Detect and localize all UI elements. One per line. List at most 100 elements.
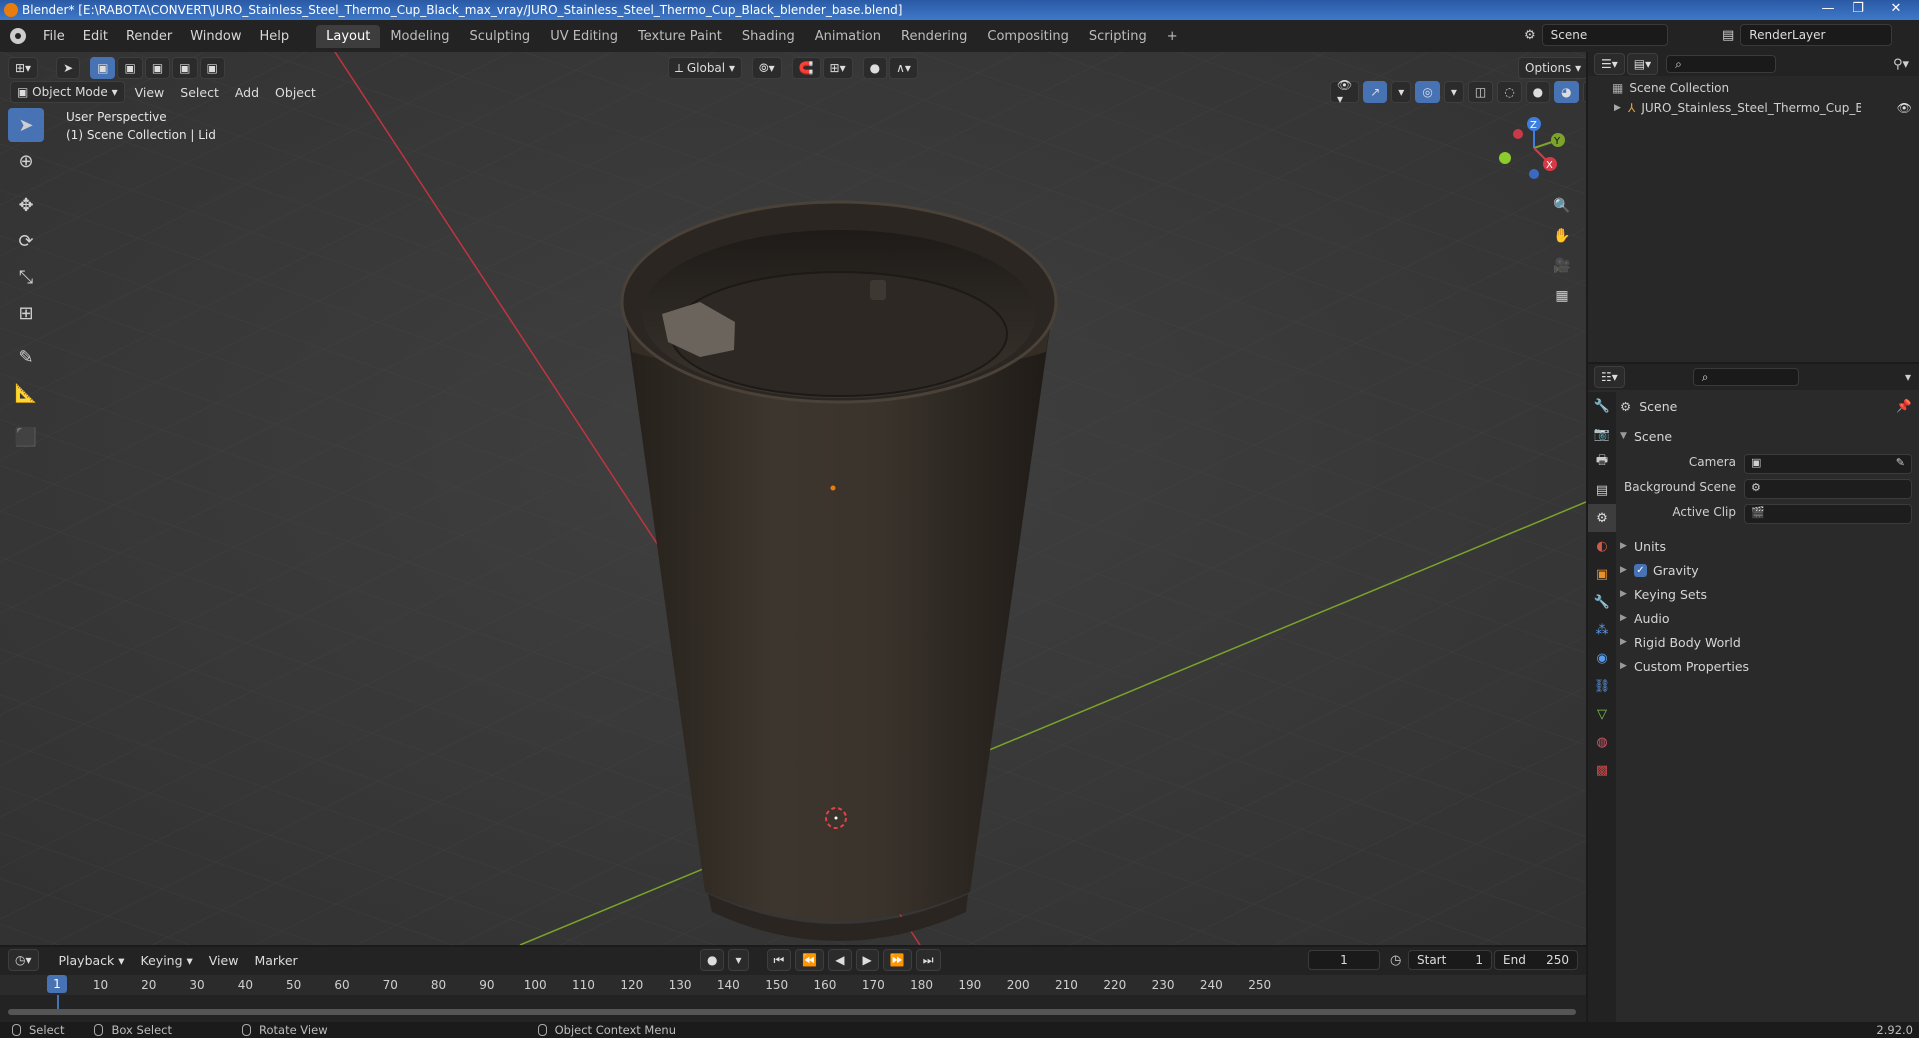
shading-solid-icon[interactable]: ● <box>1525 81 1551 103</box>
jump-end-icon[interactable]: ⏭ <box>915 949 941 971</box>
active-clip-field[interactable]: 🎬 <box>1744 504 1912 524</box>
select-box-tool-icon[interactable]: ➤ <box>8 108 44 142</box>
outliner-row-object[interactable]: ▶ ⅄ JURO_Stainless_Steel_Thermo_Cup_Blac… <box>1614 98 1914 118</box>
gravity-checkbox[interactable]: ✓ <box>1634 563 1647 577</box>
eyedropper-icon[interactable]: ✎ <box>1896 456 1905 469</box>
record-icon[interactable]: ● <box>700 949 725 971</box>
tab-texture-paint[interactable]: Texture Paint <box>628 25 732 48</box>
tab-scripting[interactable]: Scripting <box>1079 25 1157 48</box>
visibility-eye-icon[interactable]: 👁 <box>1897 101 1912 115</box>
zoom-icon[interactable]: 🔍 <box>1550 192 1574 220</box>
tab-rendering[interactable]: Rendering <box>891 25 977 48</box>
play-icon[interactable]: ▶ <box>855 949 879 971</box>
jump-start-icon[interactable]: ⏮ <box>766 949 792 971</box>
next-keyframe-icon[interactable]: ⏩ <box>882 949 912 971</box>
expand-arrow-icon[interactable]: ▶ <box>1614 103 1628 113</box>
overlay-dropdown-icon[interactable]: ▾ <box>1443 81 1464 103</box>
view-layer-icon[interactable]: ▤ <box>1722 28 1734 43</box>
tab-sculpting[interactable]: Sculpting <box>459 25 540 48</box>
options-dropdown[interactable]: Options ▾ <box>1518 57 1589 79</box>
falloff-icon[interactable]: ∧▾ <box>889 57 918 79</box>
output-tab-icon[interactable]: 🖶 <box>1588 448 1616 476</box>
properties-editor-type-icon[interactable]: ☷▾ <box>1594 366 1625 388</box>
navigation-gizmo[interactable]: Z Y X <box>1490 112 1580 188</box>
tab-layout[interactable]: Layout <box>316 24 381 48</box>
3d-viewport[interactable] <box>0 52 1586 945</box>
play-reverse-icon[interactable]: ◀ <box>828 949 852 971</box>
viewport-menu-select[interactable]: Select <box>172 85 227 100</box>
overlay-toggle-icon[interactable]: ◎ <box>1415 81 1440 103</box>
orientation-dropdown[interactable]: ⟂ Global ▾ <box>668 57 742 79</box>
move-tool-icon[interactable]: ✥ <box>8 188 44 222</box>
annotate-tool-icon[interactable]: ✎ <box>8 340 44 374</box>
tab-animation[interactable]: Animation <box>805 25 891 48</box>
timeline-editor-type-icon[interactable]: ◷▾ <box>8 949 39 971</box>
subpanel-units[interactable]: ▶ Units <box>1620 535 1916 557</box>
scene-selector[interactable]: Scene <box>1541 24 1668 46</box>
viewport-menu-view[interactable]: View <box>127 85 173 100</box>
select-mode-subtract-icon[interactable]: ▣ <box>144 57 171 79</box>
subpanel-custom-properties[interactable]: ▶ Custom Properties <box>1620 655 1916 677</box>
scale-tool-icon[interactable]: ⤡ <box>8 260 44 294</box>
physics-tab-icon[interactable]: ◉ <box>1588 644 1616 672</box>
tab-shading[interactable]: Shading <box>732 25 805 48</box>
select-mode-new-icon[interactable]: ▣ <box>90 57 116 79</box>
menu-window[interactable]: Window <box>181 29 250 44</box>
outliner-search-input[interactable]: ⌕ <box>1666 55 1777 73</box>
subpanel-audio[interactable]: ▶ Audio <box>1620 607 1916 629</box>
proportional-edit-icon[interactable]: ● <box>862 57 888 79</box>
add-cube-tool-icon[interactable]: ⬛ <box>8 420 44 454</box>
menu-render[interactable]: Render <box>117 29 181 44</box>
ortho-grid-icon[interactable]: ▦ <box>1550 282 1574 310</box>
mode-dropdown[interactable]: ▣ Object Mode ▾ <box>10 81 125 103</box>
constraints-tab-icon[interactable]: ⛓ <box>1588 672 1616 700</box>
timeline-ruler[interactable]: 10 20 30 40 50 60 70 80 90 100 110 120 130 140 150 160 1… <box>0 975 1586 995</box>
pivot-icon[interactable]: ⦾▾ <box>751 57 782 79</box>
menu-help[interactable]: Help <box>251 29 299 44</box>
viewport-menu-object[interactable]: Object <box>267 85 324 100</box>
playhead[interactable]: 1 <box>47 975 67 993</box>
filter-icon[interactable]: ⚲▾ <box>1893 57 1909 72</box>
tab-modeling[interactable]: Modeling <box>380 25 459 48</box>
viewport-menu-add[interactable]: Add <box>227 85 267 100</box>
particles-tab-icon[interactable]: ⁂ <box>1588 616 1616 644</box>
visibility-icon[interactable]: 👁▾ <box>1330 78 1360 106</box>
properties-search-input[interactable]: ⌕ <box>1692 368 1799 386</box>
scene-panel-header[interactable]: ▼ Scene <box>1620 425 1916 447</box>
timeline-menu-marker[interactable]: Marker <box>246 953 305 968</box>
pan-hand-icon[interactable]: ✋ <box>1550 222 1574 250</box>
display-mode-icon[interactable]: ▤▾ <box>1626 53 1659 75</box>
select-mode-intersect-icon[interactable]: ▣ <box>199 57 225 79</box>
timeline-menu-playback[interactable]: Playback ▾ <box>51 953 133 968</box>
outliner-editor-type-icon[interactable]: ☰▾ <box>1594 53 1625 75</box>
prev-keyframe-icon[interactable]: ⏪ <box>795 949 825 971</box>
data-tab-icon[interactable]: ▽ <box>1588 700 1616 728</box>
timeline-menu-keying[interactable]: Keying ▾ <box>133 953 201 968</box>
current-frame-field[interactable]: 1 <box>1308 950 1380 970</box>
camera-view-icon[interactable]: 🎥 <box>1550 252 1574 280</box>
xray-icon[interactable]: ◫ <box>1467 81 1494 103</box>
shading-wireframe-icon[interactable]: ◌ <box>1497 81 1522 103</box>
transform-tool-icon[interactable]: ⊞ <box>8 296 44 330</box>
gizmo-dropdown-icon[interactable]: ▾ <box>1391 81 1412 103</box>
snap-icon[interactable]: 🧲 <box>791 57 821 79</box>
editor-type-icon[interactable]: ⊞▾ <box>8 57 39 79</box>
subpanel-rigid-body-world[interactable]: ▶ Rigid Body World <box>1620 631 1916 653</box>
close-icon[interactable]: ✕ <box>1876 0 1916 20</box>
auto-keying-dropdown-icon[interactable]: ▾ <box>728 949 749 971</box>
menu-edit[interactable]: Edit <box>74 29 117 44</box>
subpanel-gravity[interactable]: ▶ ✓ Gravity <box>1620 559 1916 581</box>
view-layer-selector[interactable]: RenderLayer <box>1740 24 1893 46</box>
tab-compositing[interactable]: Compositing <box>977 25 1079 48</box>
modifier-tab-icon[interactable]: 🔧 <box>1588 588 1616 616</box>
properties-options-icon[interactable]: ▾ <box>1905 370 1911 384</box>
timeline-scrollbar[interactable] <box>8 1009 1576 1015</box>
rotate-tool-icon[interactable]: ⟳ <box>8 224 44 258</box>
measure-tool-icon[interactable]: 📐 <box>8 376 44 410</box>
world-tab-icon[interactable]: ◐ <box>1588 532 1616 560</box>
render-tab-icon[interactable]: 📷 <box>1588 420 1616 448</box>
menu-file[interactable]: File <box>34 29 74 44</box>
select-mode-extend-icon[interactable]: ▣ <box>117 57 143 79</box>
material-tab-icon[interactable]: ◍ <box>1588 728 1616 756</box>
snap-target-icon[interactable]: ⊞▾ <box>822 57 853 79</box>
